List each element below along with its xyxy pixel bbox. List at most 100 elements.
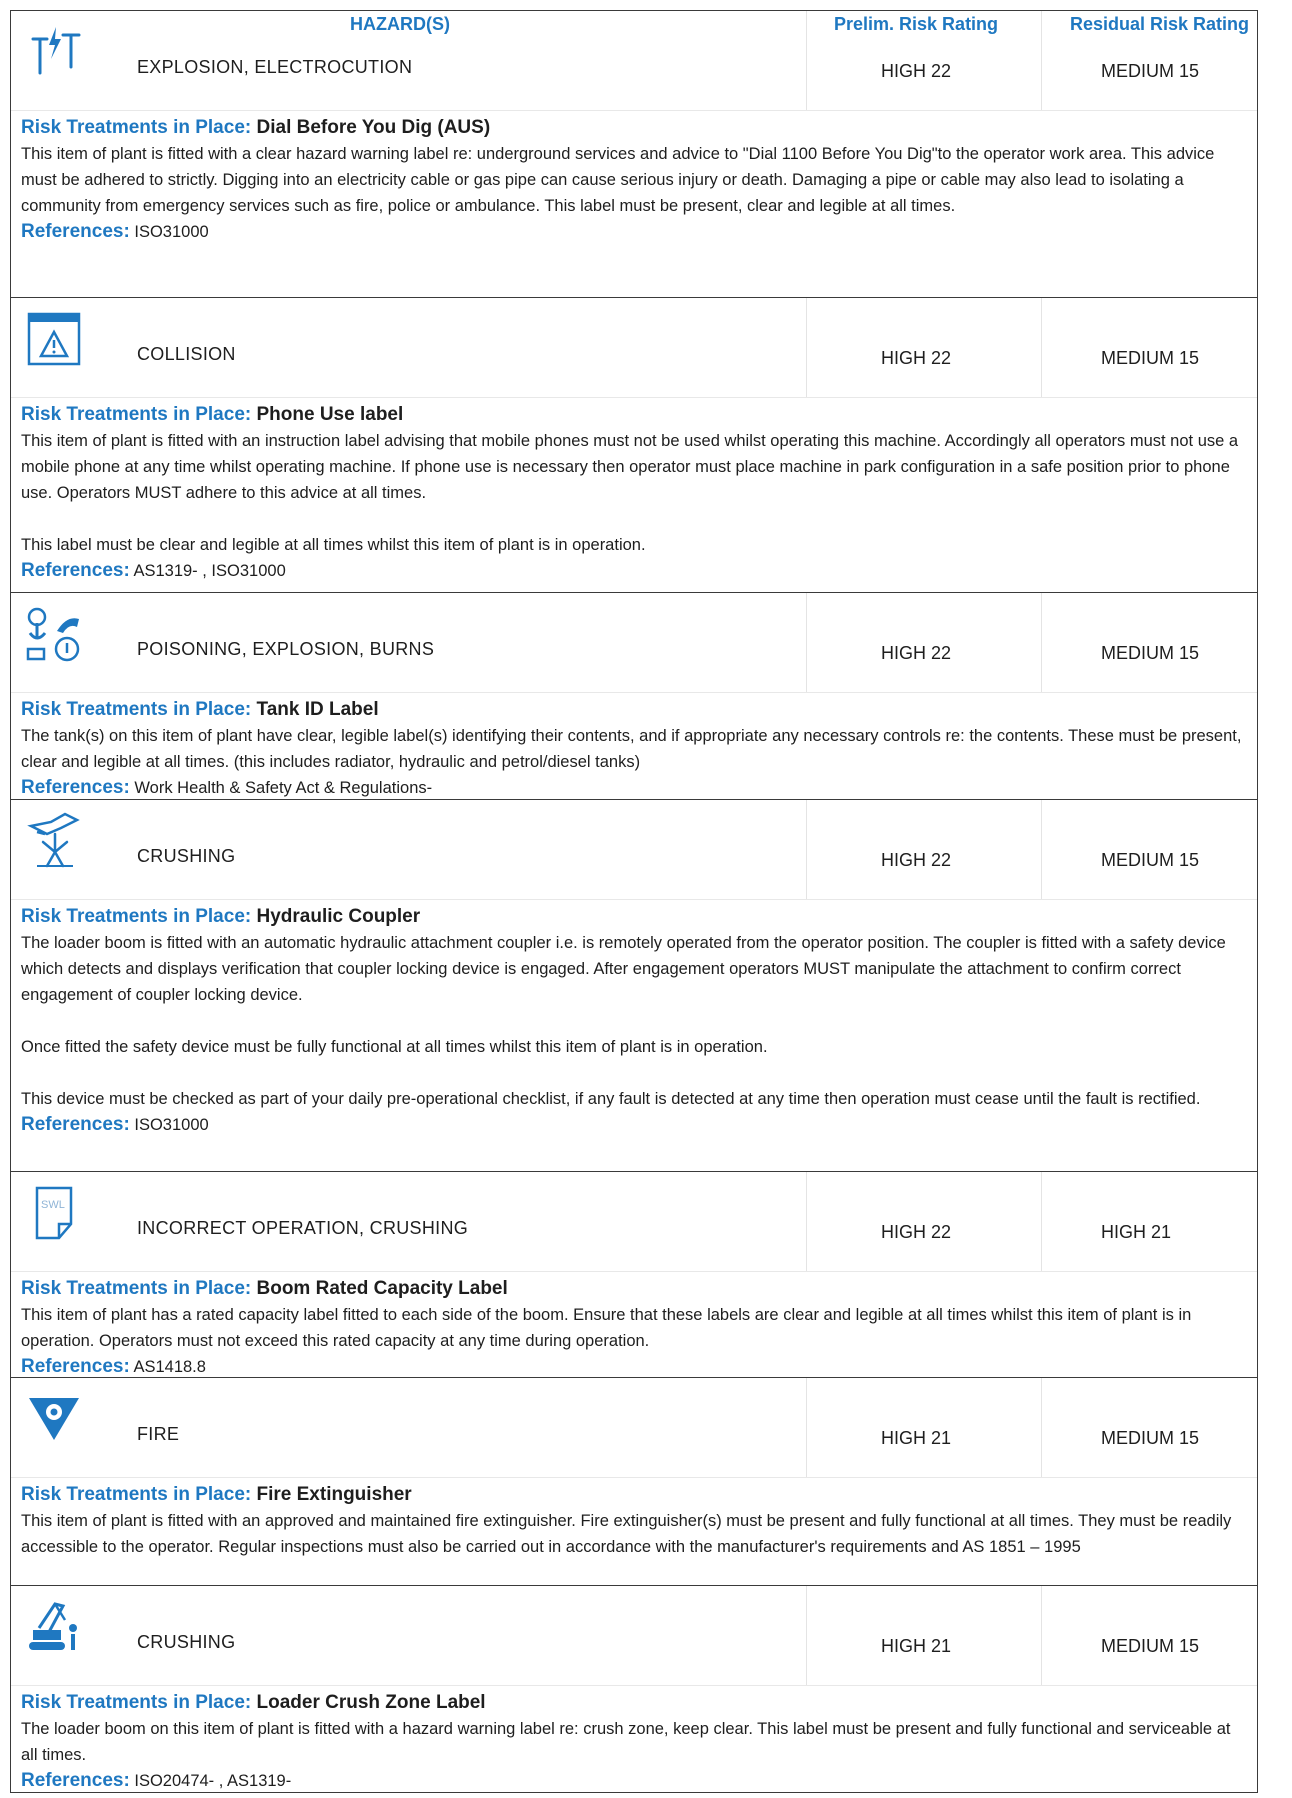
row-separator bbox=[11, 397, 1257, 398]
risk-treatments-label: Risk Treatments in Place: bbox=[21, 1692, 252, 1713]
treatment-description: This item of plant is fitted with an app… bbox=[21, 1512, 1232, 1556]
residual-risk-rating: MEDIUM 15 bbox=[1101, 61, 1200, 81]
treatment-body: Risk Treatments in Place: Boom Rated Cap… bbox=[11, 1272, 1257, 1384]
references-line: References: AS1319- , ISO31000 bbox=[21, 558, 1247, 584]
risk-treatment-line: Risk Treatments in Place: Loader Crush Z… bbox=[21, 1690, 1247, 1716]
column-divider bbox=[1041, 593, 1042, 693]
references-line: References: AS1418.8 bbox=[21, 1354, 1247, 1380]
treatment-description: Once fitted the safety device must be fu… bbox=[21, 1038, 768, 1056]
column-divider bbox=[806, 1378, 807, 1478]
residual-risk-rating: MEDIUM 15 bbox=[1101, 1636, 1200, 1656]
residual-risk-rating: MEDIUM 15 bbox=[1101, 850, 1200, 870]
risk-treatment-name: Loader Crush Zone Label bbox=[256, 1692, 486, 1713]
risk-assessment-sheet: HAZARD(S) Prelim. Risk Rating Residual R… bbox=[0, 0, 1292, 1793]
prelim-risk-rating: HIGH 22 bbox=[881, 61, 952, 81]
risk-treatments-label: Risk Treatments in Place: bbox=[21, 1278, 252, 1299]
risk-treatment-line: Risk Treatments in Place: Hydraulic Coup… bbox=[21, 904, 1247, 930]
hazard-section: FIRE HIGH 21 MEDIUM 15 Risk Treatments i… bbox=[10, 1378, 1258, 1586]
warning-screen-icon bbox=[25, 310, 83, 368]
row-separator bbox=[11, 1477, 1257, 1478]
risk-treatment-line: Risk Treatments in Place: Tank ID Label bbox=[21, 697, 1247, 723]
hazard-header-row: EXPLOSION, ELECTROCUTION HIGH 22 MEDIUM … bbox=[11, 11, 1257, 111]
hazard-header-row: SWL INCORRECT OPERATION, CRUSHING HIGH 2… bbox=[11, 1172, 1257, 1272]
hazard-section: POISONING, EXPLOSION, BURNS HIGH 22 MEDI… bbox=[10, 593, 1258, 800]
references-label: References: bbox=[21, 1114, 130, 1135]
column-divider bbox=[1041, 1172, 1042, 1272]
references-line: References: ISO20474- , AS1319- bbox=[21, 1768, 1247, 1794]
risk-treatment-name: Dial Before You Dig (AUS) bbox=[256, 117, 491, 138]
references-value: AS1319- , ISO31000 bbox=[133, 562, 286, 580]
hazard-section: SWL INCORRECT OPERATION, CRUSHING HIGH 2… bbox=[10, 1172, 1258, 1378]
hazard-name: COLLISION bbox=[137, 344, 236, 364]
hazard-header-row: CRUSHING HIGH 21 MEDIUM 15 bbox=[11, 1586, 1257, 1686]
fire-triangle-icon bbox=[25, 1390, 83, 1448]
row-separator bbox=[11, 1271, 1257, 1272]
treatment-body: Risk Treatments in Place: Phone Use labe… bbox=[11, 398, 1257, 588]
references-value: ISO20474- , AS1319- bbox=[134, 1772, 292, 1790]
column-divider bbox=[806, 11, 807, 111]
hazard-name: POISONING, EXPLOSION, BURNS bbox=[137, 639, 435, 659]
risk-treatments-label: Risk Treatments in Place: bbox=[21, 699, 252, 720]
references-label: References: bbox=[21, 560, 130, 581]
swl-text: SWL bbox=[41, 1199, 65, 1211]
column-divider bbox=[806, 593, 807, 693]
risk-treatments-label: Risk Treatments in Place: bbox=[21, 404, 252, 425]
treatment-body: Risk Treatments in Place: Dial Before Yo… bbox=[11, 111, 1257, 249]
row-separator bbox=[11, 110, 1257, 111]
column-divider bbox=[1041, 800, 1042, 900]
references-label: References: bbox=[21, 1356, 130, 1377]
risk-treatment-line: Risk Treatments in Place: Phone Use labe… bbox=[21, 402, 1247, 428]
risk-treatments-label: Risk Treatments in Place: bbox=[21, 906, 252, 927]
hazard-section: COLLISION HIGH 22 MEDIUM 15 Risk Treatme… bbox=[10, 298, 1258, 593]
references-value: AS1418.8 bbox=[133, 1358, 206, 1376]
column-divider bbox=[1041, 298, 1042, 398]
risk-treatment-line: Risk Treatments in Place: Fire Extinguis… bbox=[21, 1482, 1247, 1508]
treatment-description: The loader boom is fitted with an automa… bbox=[21, 934, 1226, 1004]
treatment-description: This device must be checked as part of y… bbox=[21, 1090, 1201, 1108]
residual-risk-rating: MEDIUM 15 bbox=[1101, 348, 1200, 368]
treatment-description: The tank(s) on this item of plant have c… bbox=[21, 727, 1242, 771]
treatment-description: This item of plant is fitted with a clea… bbox=[21, 145, 1215, 215]
column-divider bbox=[1041, 1586, 1042, 1686]
prelim-risk-rating: HIGH 21 bbox=[881, 1428, 952, 1448]
references-line: References: ISO31000 bbox=[21, 219, 1247, 245]
treatment-description: The loader boom on this item of plant is… bbox=[21, 1720, 1231, 1764]
column-divider bbox=[806, 800, 807, 900]
residual-risk-rating: MEDIUM 15 bbox=[1101, 643, 1200, 663]
prelim-risk-rating: HIGH 22 bbox=[881, 643, 952, 663]
hazard-header-row: COLLISION HIGH 22 MEDIUM 15 bbox=[11, 298, 1257, 398]
swl-document-icon: SWL bbox=[25, 1184, 83, 1242]
residual-risk-rating: MEDIUM 15 bbox=[1101, 1428, 1200, 1448]
tank-gauge-icon bbox=[25, 605, 83, 663]
hazard-section: EXPLOSION, ELECTROCUTION HIGH 22 MEDIUM … bbox=[10, 10, 1258, 298]
risk-treatment-line: Risk Treatments in Place: Boom Rated Cap… bbox=[21, 1276, 1247, 1302]
risk-treatment-name: Tank ID Label bbox=[256, 699, 379, 720]
column-divider bbox=[1041, 11, 1042, 111]
risk-treatment-name: Fire Extinguisher bbox=[256, 1484, 412, 1505]
row-separator bbox=[11, 1685, 1257, 1686]
hazard-header-row: FIRE HIGH 21 MEDIUM 15 bbox=[11, 1378, 1257, 1478]
hazard-name: CRUSHING bbox=[137, 846, 236, 866]
treatment-description: This item of plant has a rated capacity … bbox=[21, 1306, 1192, 1350]
treatment-body: Risk Treatments in Place: Fire Extinguis… bbox=[11, 1478, 1257, 1564]
column-divider bbox=[806, 1172, 807, 1272]
risk-treatment-name: Phone Use label bbox=[256, 404, 404, 425]
risk-treatment-name: Hydraulic Coupler bbox=[256, 906, 421, 927]
references-value: ISO31000 bbox=[134, 223, 209, 241]
treatment-body: Risk Treatments in Place: Tank ID Label … bbox=[11, 693, 1257, 805]
column-divider bbox=[806, 1586, 807, 1686]
power-line-icon bbox=[25, 23, 83, 81]
risk-treatments-label: Risk Treatments in Place: bbox=[21, 1484, 252, 1505]
references-label: References: bbox=[21, 1770, 130, 1791]
prelim-risk-rating: HIGH 22 bbox=[881, 348, 952, 368]
residual-risk-rating: HIGH 21 bbox=[1101, 1222, 1172, 1242]
hazard-name: INCORRECT OPERATION, CRUSHING bbox=[137, 1218, 469, 1238]
row-separator bbox=[11, 899, 1257, 900]
references-label: References: bbox=[21, 221, 130, 242]
excavator-person-icon bbox=[25, 1598, 83, 1656]
references-value: ISO31000 bbox=[134, 1116, 209, 1134]
prelim-risk-rating: HIGH 21 bbox=[881, 1636, 952, 1656]
treatment-description: This label must be clear and legible at … bbox=[21, 536, 646, 554]
prelim-risk-rating: HIGH 22 bbox=[881, 850, 952, 870]
treatment-body: Risk Treatments in Place: Hydraulic Coup… bbox=[11, 900, 1257, 1142]
